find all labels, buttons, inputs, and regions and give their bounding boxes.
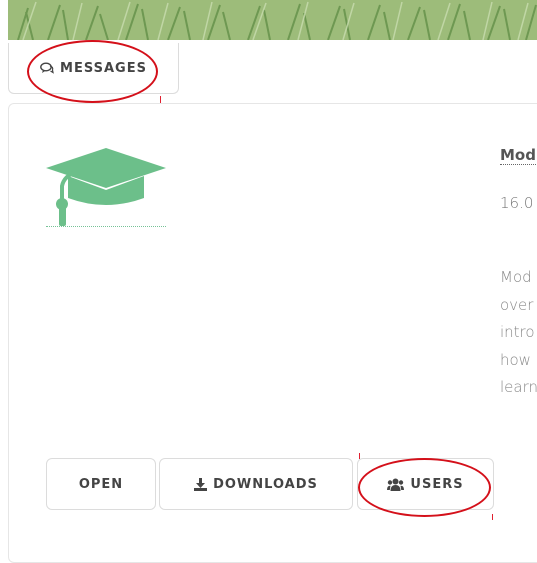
open-button[interactable]: OPEN: [46, 458, 156, 510]
downloads-button-label: DOWNLOADS: [213, 476, 318, 492]
grass-image: [8, 0, 537, 40]
description-line: Mod: [500, 268, 532, 286]
header-banner: [8, 0, 537, 40]
course-meta: 16.0: [500, 194, 534, 212]
annotation-mark: [492, 514, 493, 520]
open-button-label: OPEN: [78, 476, 124, 492]
users-button[interactable]: USERS: [357, 458, 494, 510]
description-line: learn: [500, 378, 537, 396]
downloads-button[interactable]: DOWNLOADS: [159, 458, 353, 510]
users-button-label: USERS: [410, 476, 464, 492]
download-icon: [194, 477, 208, 491]
messages-tab-label: MESSAGES: [60, 60, 147, 76]
comments-icon: [40, 62, 54, 74]
users-icon: [387, 478, 405, 491]
course-title[interactable]: Mod: [500, 146, 536, 165]
description-line: over: [500, 295, 534, 314]
messages-tab[interactable]: MESSAGES: [8, 43, 179, 94]
course-description: Mod over intro how learn: [500, 264, 537, 402]
annotation-mark: [359, 453, 360, 459]
graduation-cap-icon: [44, 146, 168, 232]
logo-underline: [46, 226, 166, 227]
description-line: intro: [500, 323, 535, 341]
description-line: how: [500, 350, 531, 369]
